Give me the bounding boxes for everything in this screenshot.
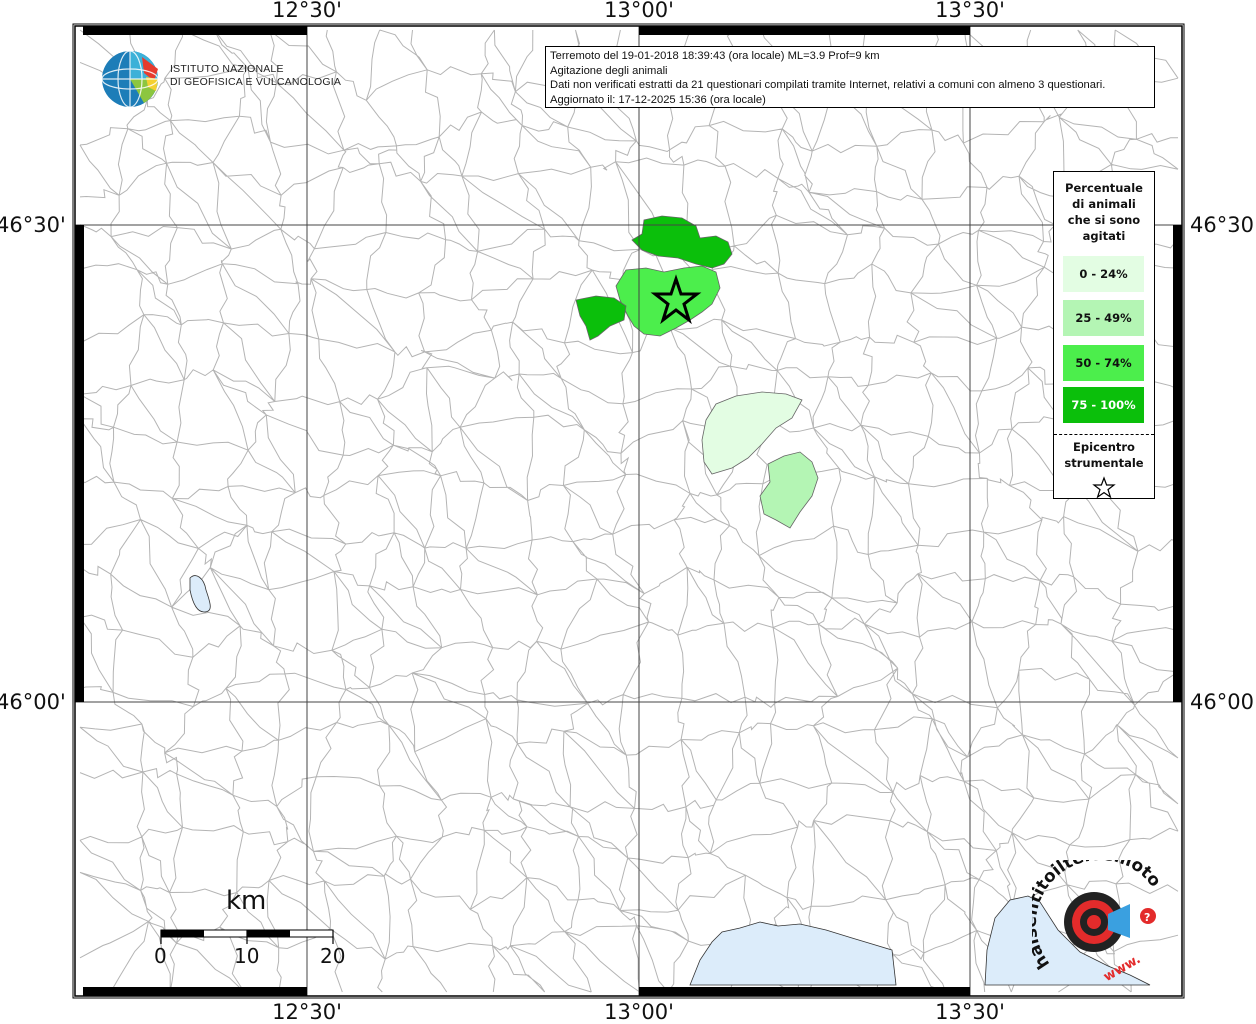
top-tick-label: 12°30' bbox=[272, 0, 342, 22]
legend-epicenter-line: strumentale bbox=[1064, 456, 1144, 470]
logo-url-text: www. bbox=[1101, 952, 1143, 985]
legend-item: 50 - 74% bbox=[1063, 345, 1144, 381]
right-tick-label: 46°30' bbox=[1190, 213, 1256, 237]
legend-title-line: agitati bbox=[1082, 229, 1126, 243]
ingv-name: ISTITUTO NAZIONALE DI GEOFISICA E VULCAN… bbox=[170, 63, 341, 89]
haisentito-logo: haisentitoilterremoto.it ? www. bbox=[1032, 860, 1165, 985]
legend-divider bbox=[1054, 434, 1154, 435]
legend: Percentuale di animali che si sono agita… bbox=[1053, 171, 1155, 499]
svg-text:?: ? bbox=[1144, 911, 1150, 924]
left-tick-label: 46°30' bbox=[0, 213, 66, 237]
bottom-tick-label: 13°30' bbox=[935, 1000, 1005, 1024]
legend-title-line: di animali bbox=[1072, 197, 1136, 211]
legend-item: 25 - 49% bbox=[1063, 300, 1144, 336]
map-subject: Agitazione degli animali bbox=[550, 64, 668, 77]
legend-title-line: che si sono bbox=[1067, 213, 1141, 227]
data-disclaimer: Dati non verificati estratti da 21 quest… bbox=[550, 79, 1106, 91]
event-info-box: Terremoto del 19-01-2018 18:39:43 (ora l… bbox=[545, 46, 1155, 108]
bottom-tick-label: 13°00' bbox=[604, 1000, 674, 1024]
top-tick-label: 13°00' bbox=[604, 0, 674, 22]
event-title: Terremoto del 19-01-2018 18:39:43 (ora l… bbox=[550, 50, 880, 62]
right-tick-label: 46°00' bbox=[1190, 690, 1256, 714]
star-icon bbox=[1092, 476, 1116, 499]
left-tick-label: 46°00' bbox=[0, 690, 66, 714]
legend-epicenter-label: Epicentro strumentale bbox=[1054, 439, 1154, 471]
ingv-name-line1: ISTITUTO NAZIONALE bbox=[170, 63, 284, 75]
legend-item: 75 - 100% bbox=[1063, 387, 1144, 423]
top-tick-label: 13°30' bbox=[935, 0, 1005, 22]
legend-item: 0 - 24% bbox=[1063, 256, 1144, 292]
ingv-globe-logo bbox=[101, 50, 159, 108]
legend-title: Percentuale di animali che si sono agita… bbox=[1054, 180, 1154, 244]
scale-unit-label: km bbox=[226, 886, 267, 916]
scale-tick-label: 0 bbox=[154, 944, 167, 968]
ingv-name-line2: DI GEOFISICA E VULCANOLOGIA bbox=[170, 76, 342, 88]
legend-title-line: Percentuale bbox=[1065, 181, 1143, 195]
legend-epicenter-line: Epicentro bbox=[1073, 440, 1135, 454]
bottom-tick-label: 12°30' bbox=[272, 1000, 342, 1024]
scale-tick-label: 10 bbox=[234, 944, 260, 968]
update-timestamp: Aggiornato il: 17-12-2025 15:36 (ora loc… bbox=[550, 93, 766, 106]
scale-tick-label: 20 bbox=[320, 944, 346, 968]
